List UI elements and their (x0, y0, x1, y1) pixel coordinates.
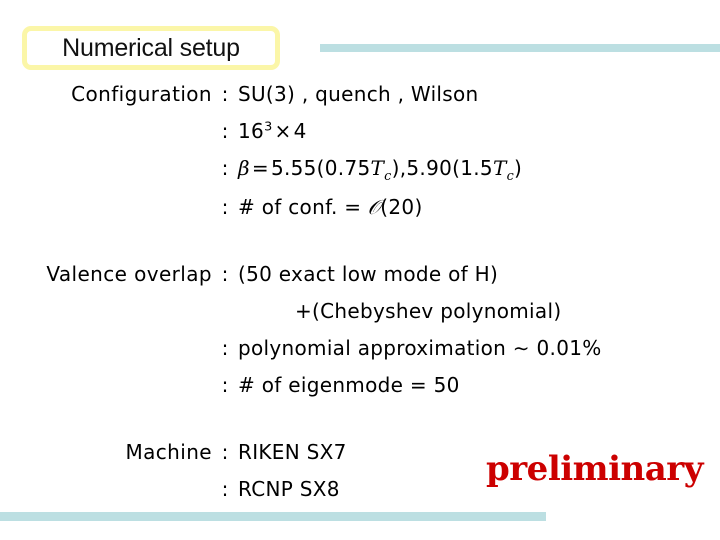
spec-row-configuration-4: : # of conf. = 𝒪(20) (0, 195, 720, 232)
spec-label-valence-overlap: Valence overlap (46, 262, 212, 286)
tc-subscript: c (506, 169, 515, 184)
spec-colon: : (221, 336, 229, 360)
spec-row-configuration-3: : β = 5.55(0.75Tc),5.90(1.5Tc) (0, 156, 720, 195)
hash-sign: # (238, 373, 256, 397)
spec-colon: : (221, 477, 229, 501)
eigenmode-count: 50 (426, 373, 460, 397)
lattice-factor: 4 (293, 119, 307, 143)
spec-value-configuration-lattice: SU(3) , quench , Wilson (238, 82, 479, 106)
beta-value-1: 5.55(0.75 (270, 156, 371, 180)
spec-value-beta: β = 5.55(0.75Tc),5.90(1.5Tc) (238, 156, 720, 183)
lattice-base: 16 (238, 119, 265, 143)
multiply-sign: × (274, 119, 292, 143)
spec-value-num-conf: # of conf. = 𝒪(20) (238, 195, 720, 219)
order-argument: (20) (380, 195, 423, 219)
spec-row-valence-1: Valence overlap : (50 exact low mode of … (0, 262, 720, 299)
spec-value-num-eigenmode: # of eigenmode = 50 (238, 373, 720, 397)
spec-value-lattice-size: 163 × 4 (238, 119, 720, 143)
tc-symbol: T (492, 156, 507, 180)
spec-colon: : (221, 262, 229, 286)
slide-title-box: Numerical setup (22, 26, 280, 70)
title-accent-rule (320, 44, 720, 52)
spec-colon: : (221, 195, 229, 219)
spec-colon: : (221, 82, 229, 106)
spec-colon: : (221, 373, 229, 397)
beta-value-2-end: ) (514, 156, 523, 180)
spec-row-valence-4: : # of eigenmode = 50 (0, 373, 720, 410)
equals-sign: = (409, 373, 427, 397)
beta-value-2: 5.90(1.5 (406, 156, 493, 180)
spec-colon: : (221, 440, 229, 464)
spec-label-machine: Machine (125, 440, 212, 464)
page-title: Numerical setup (62, 33, 240, 62)
spec-value-chebyshev: +(Chebyshev polynomial) (295, 299, 562, 323)
spec-row-configuration-1: Configuration : SU(3) , quench , Wilson (0, 82, 720, 119)
spec-colon: : (221, 119, 229, 143)
spec-row-valence-3: : polynomial approximation ∼ 0.01% (0, 336, 720, 373)
spec-row-configuration-2: : 163 × 4 (0, 119, 720, 156)
order-symbol: 𝒪 (361, 195, 381, 219)
footer-accent-rule (0, 512, 546, 521)
eigenmode-text: of eigenmode (255, 373, 410, 397)
spec-colon: : (221, 156, 229, 180)
hash-sign: # (238, 195, 256, 219)
spec-row-valence-2: +(Chebyshev polynomial) (0, 299, 720, 336)
spec-label-configuration: Configuration (71, 82, 212, 106)
beta-value-1-end: ), (391, 156, 407, 180)
equals-sign: = (251, 156, 269, 180)
tc-symbol: T (370, 156, 385, 180)
beta-symbol: β (238, 156, 250, 180)
spec-value-low-modes: (50 exact low mode of H) (238, 262, 499, 286)
equals-sign: = (344, 195, 362, 219)
num-conf-text: of conf. (255, 195, 345, 219)
preliminary-stamp: preliminary (486, 449, 703, 489)
spec-value-poly-approx: polynomial approximation ∼ 0.01% (238, 336, 602, 360)
lattice-exponent: 3 (264, 119, 273, 135)
tc-subscript: c (384, 169, 392, 184)
